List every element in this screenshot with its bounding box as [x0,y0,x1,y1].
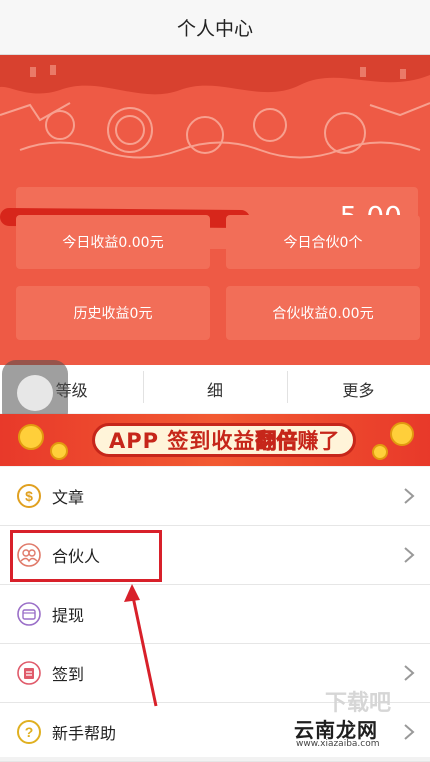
today-partners-button[interactable]: 今日合伙0个 [226,215,420,269]
festive-banner-decoration [0,55,430,159]
promo-highlight-1: 翻 [255,429,277,454]
tab-more[interactable]: 更多 [286,371,430,403]
annotation-arrow [124,584,158,707]
promo-suffix: 赚了 [297,429,340,453]
today-earnings-button[interactable]: 今日收益0.00元 [16,215,210,269]
menu-item-label: 新手帮助 [52,724,117,743]
partner-earnings-label: 合伙收益0.00元 [272,306,374,322]
chevron-right-icon [404,547,415,563]
svg-text:$: $ [25,488,33,504]
coin-icon [372,444,388,460]
today-earnings-label: 今日收益0.00元 [62,235,164,251]
coin-icon [390,422,414,446]
menu-item-partners[interactable]: 合伙人 [0,526,430,585]
svg-text:?: ? [25,724,34,740]
wallet-icon [17,602,41,626]
tab-more-label: 更多 [342,381,375,400]
top-bar: 个人中心 [0,0,430,55]
promo-banner[interactable]: APP 签到收益 翻 倍 赚了 [0,414,430,466]
history-earnings-button[interactable]: 历史收益0元 [16,286,210,340]
menu-item-label: 提现 [52,606,85,625]
coin-icon [50,442,68,460]
partner-earnings-button[interactable]: 合伙收益0.00元 [226,286,420,340]
today-partners-label: 今日合伙0个 [283,235,363,251]
chevron-right-icon [404,488,415,504]
page-title: 个人中心 [176,17,253,40]
menu-item-articles[interactable]: $ 文章 [0,467,430,526]
profile-header: 5.00 今日收益0.00元 今日合伙0个 历史收益0元 合伙收益0.00元 [0,55,430,365]
chevron-right-icon [404,665,415,681]
menu-item-label: 文章 [52,488,85,507]
promo-highlight-2: 倍 [276,429,298,454]
promo-prefix: APP 签到收益 [109,429,256,453]
menu-item-withdraw[interactable]: 提现 [0,585,430,644]
menu-item-label: 签到 [52,665,85,684]
coin-icon [18,424,44,450]
help-icon: ? [17,720,41,744]
tab-details[interactable]: 细 [143,371,286,403]
checkin-icon [17,661,41,685]
dollar-icon: $ [17,484,41,508]
promo-text: APP 签到收益 翻 倍 赚了 [92,423,357,457]
menu-item-label: 合伙人 [52,547,101,566]
watermark-logo-text: 下载吧 [325,690,391,716]
tab-details-label: 细 [206,381,223,400]
watermark-url: www.xiazaiba.com [296,739,380,749]
partner-icon [17,543,41,567]
history-earnings-label: 历史收益0元 [73,306,153,322]
